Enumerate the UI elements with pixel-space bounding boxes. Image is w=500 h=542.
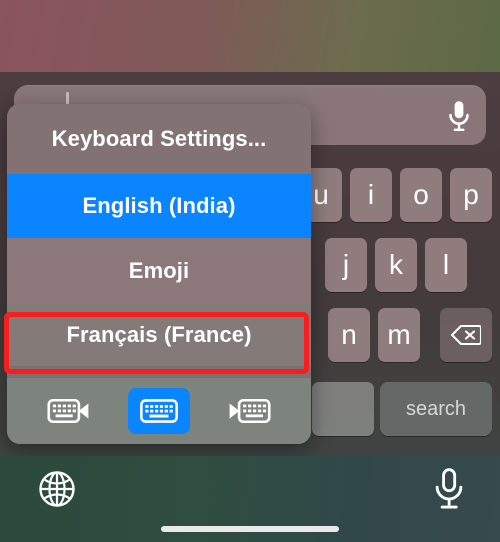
menu-item-francais-france[interactable]: Français (France) xyxy=(7,304,311,366)
key-n[interactable]: n xyxy=(328,308,370,362)
key-k[interactable]: k xyxy=(375,238,417,292)
keyboard-switch-toolbar xyxy=(7,378,311,444)
app-top-strip xyxy=(0,0,500,72)
key-blank[interactable] xyxy=(312,382,374,436)
globe-icon[interactable] xyxy=(38,470,76,508)
key-l[interactable]: l xyxy=(425,238,467,292)
microphone-icon[interactable] xyxy=(444,100,474,134)
key-p[interactable]: p xyxy=(450,168,492,222)
menu-item-keyboard-settings[interactable]: Keyboard Settings... xyxy=(7,104,311,174)
menu-item-emoji[interactable]: Emoji xyxy=(7,238,311,304)
menu-item-english-india[interactable]: English (India) xyxy=(7,174,311,238)
key-j[interactable]: j xyxy=(325,238,367,292)
microphone-icon-bottom[interactable] xyxy=(432,468,466,510)
key-o[interactable]: o xyxy=(400,168,442,222)
delete-backward-icon[interactable] xyxy=(440,308,492,362)
key-i[interactable]: i xyxy=(350,168,392,222)
keyboard-right-icon[interactable] xyxy=(221,392,277,430)
home-indicator xyxy=(161,526,339,532)
key-m[interactable]: m xyxy=(378,308,420,362)
keyboard-icon[interactable] xyxy=(127,388,190,434)
keyboard-left-icon[interactable] xyxy=(41,392,97,430)
phone-screen: u i o p j k l n m search Keyboard Settin… xyxy=(0,0,500,542)
keyboard-language-popup: Keyboard Settings... English (India) Emo… xyxy=(7,104,311,444)
return-search-key[interactable]: search xyxy=(380,382,492,436)
